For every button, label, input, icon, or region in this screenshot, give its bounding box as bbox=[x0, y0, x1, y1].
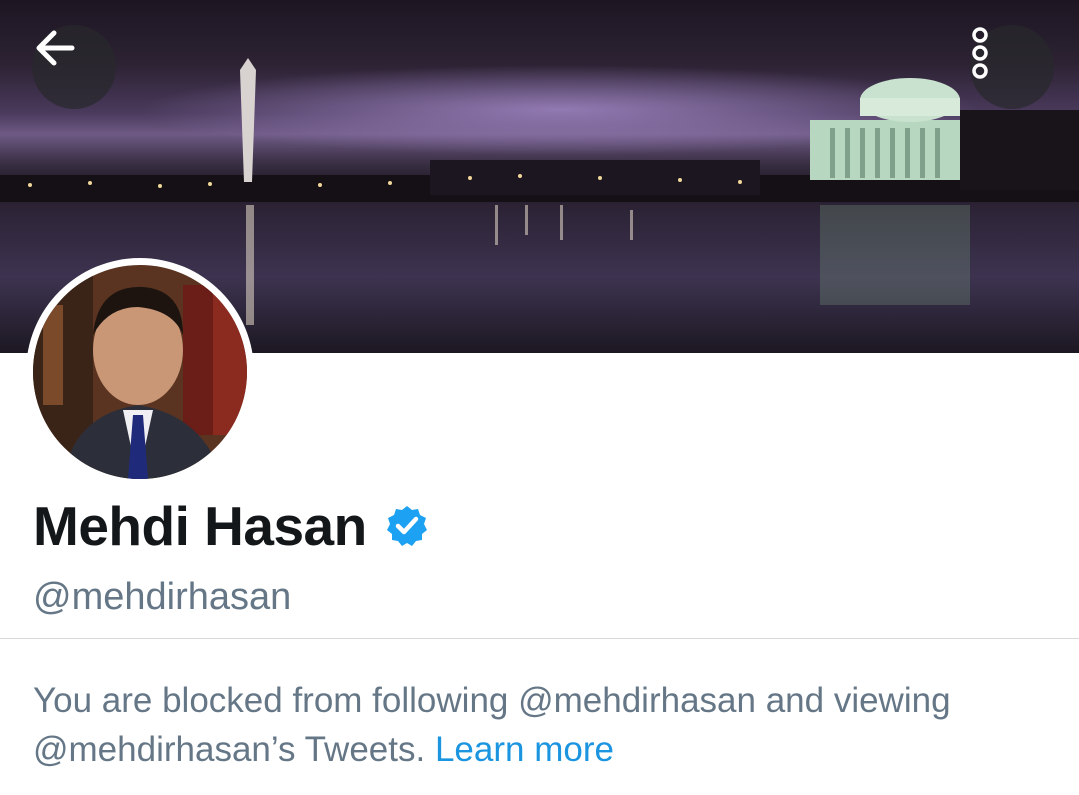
arrow-left-icon bbox=[36, 30, 75, 66]
blocked-notice: You are blocked from following @mehdirha… bbox=[33, 676, 1043, 774]
user-handle: @mehdirhasan bbox=[33, 576, 292, 618]
profile-photo bbox=[33, 265, 247, 479]
learn-more-link[interactable]: Learn more bbox=[435, 730, 614, 769]
display-name: Mehdi Hasan bbox=[33, 495, 367, 557]
more-options-button[interactable] bbox=[970, 25, 1054, 109]
verified-badge-icon bbox=[386, 506, 427, 546]
back-button[interactable] bbox=[32, 25, 116, 109]
divider bbox=[0, 638, 1079, 639]
avatar[interactable] bbox=[26, 258, 254, 486]
vertical-dots-icon bbox=[972, 27, 988, 79]
name-row: Mehdi Hasan bbox=[33, 494, 429, 558]
